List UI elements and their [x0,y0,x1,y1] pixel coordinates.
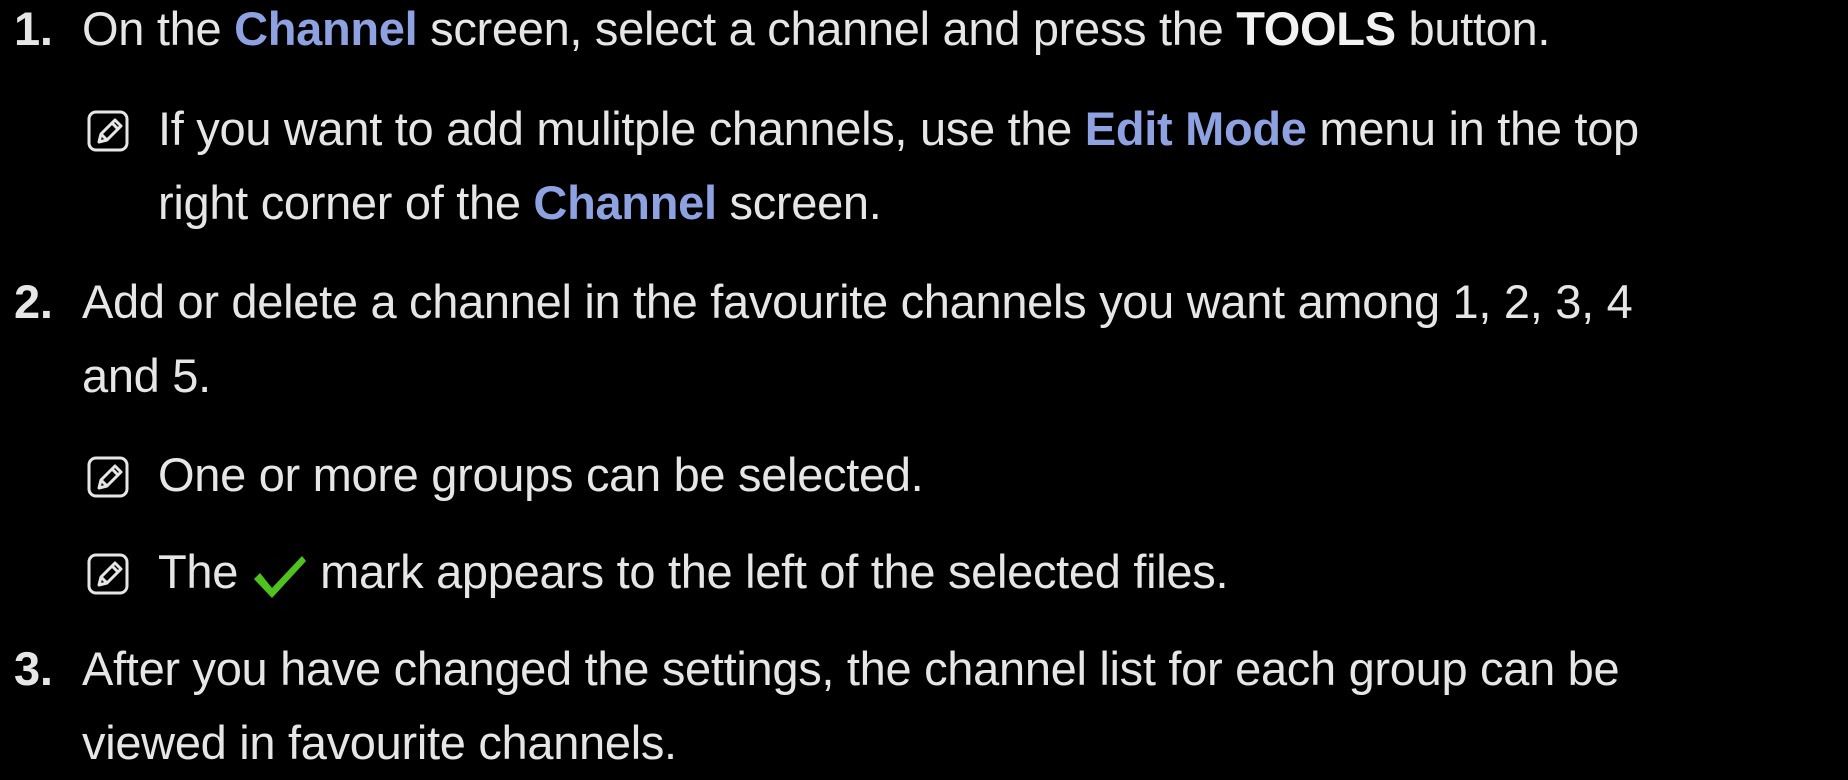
tools-button-label: TOOLS [1236,2,1396,55]
note-text: The mark appears to the left of the selec… [158,535,1848,609]
edit-mode-link: Edit Mode [1084,102,1307,155]
channel-screen-link: Channel [533,176,717,229]
note-icon [87,110,129,152]
note-text: One or more groups can be selected. [158,448,924,501]
step-text: Add or delete a channel in the favourite… [82,275,1633,402]
step-number: 1. [14,2,53,55]
manual-page: 1. On the Channel screen, select a chann… [0,0,1848,769]
note-text: If you want to add mulitple channels, us… [158,102,1639,229]
note-icon [87,553,129,595]
channel-menu-link: Channel [234,2,418,55]
step-number: 2. [14,275,53,328]
note-icon [87,456,129,498]
checkmark-icon [254,556,307,598]
step-text: On the Channel screen, select a channel … [82,2,1551,55]
step-text: After you have changed the settings, the… [82,642,1620,769]
step-number: 3. [14,642,53,695]
